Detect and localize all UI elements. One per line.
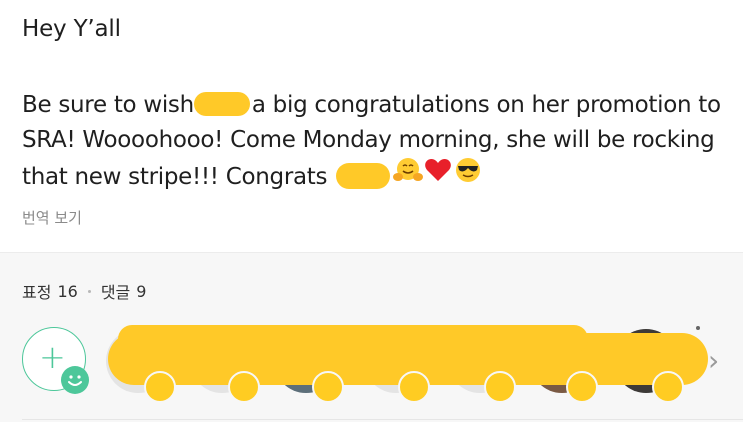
reaction-emoji-icon [484, 371, 516, 403]
indicator-dot [696, 326, 700, 330]
reactions-count[interactable]: 16 [57, 282, 77, 301]
reaction-emoji-icon [566, 371, 598, 403]
bottom-divider [22, 419, 743, 420]
redacted-name [336, 162, 391, 189]
sunglasses-face-icon [453, 156, 483, 195]
smile-icon [61, 366, 89, 394]
reaction-emoji-icon [398, 371, 430, 403]
reactions-label[interactable]: 표정 [22, 279, 51, 303]
redacted-name [193, 91, 250, 116]
engagement-bar: 표정 16 댓글 9 + › [0, 253, 743, 422]
separator-dot [87, 289, 91, 293]
chevron-right-icon[interactable]: › [708, 344, 719, 377]
reaction-emoji-icon [228, 371, 260, 403]
engagement-counts: 표정 16 댓글 9 [22, 279, 146, 303]
add-reaction-button[interactable]: + [22, 327, 89, 394]
red-heart-icon [424, 157, 452, 194]
post-body: Be sure to wish a big congratulations on … [22, 88, 732, 197]
post-greeting: Hey Y’all [22, 16, 121, 42]
hugging-face-icon [393, 156, 424, 195]
post-body-part1: Be sure to wish [22, 92, 194, 118]
reaction-emoji-icon [312, 371, 344, 403]
reaction-emoji-icon [144, 371, 176, 403]
comments-label[interactable]: 댓글 [101, 279, 130, 303]
comments-count[interactable]: 9 [136, 282, 146, 301]
translate-link[interactable]: 번역 보기 [22, 207, 82, 228]
redacted-reactors [118, 325, 588, 353]
post-content: Hey Y’all Be sure to wish a big congratul… [0, 0, 743, 252]
reaction-emoji-icon [652, 371, 684, 403]
